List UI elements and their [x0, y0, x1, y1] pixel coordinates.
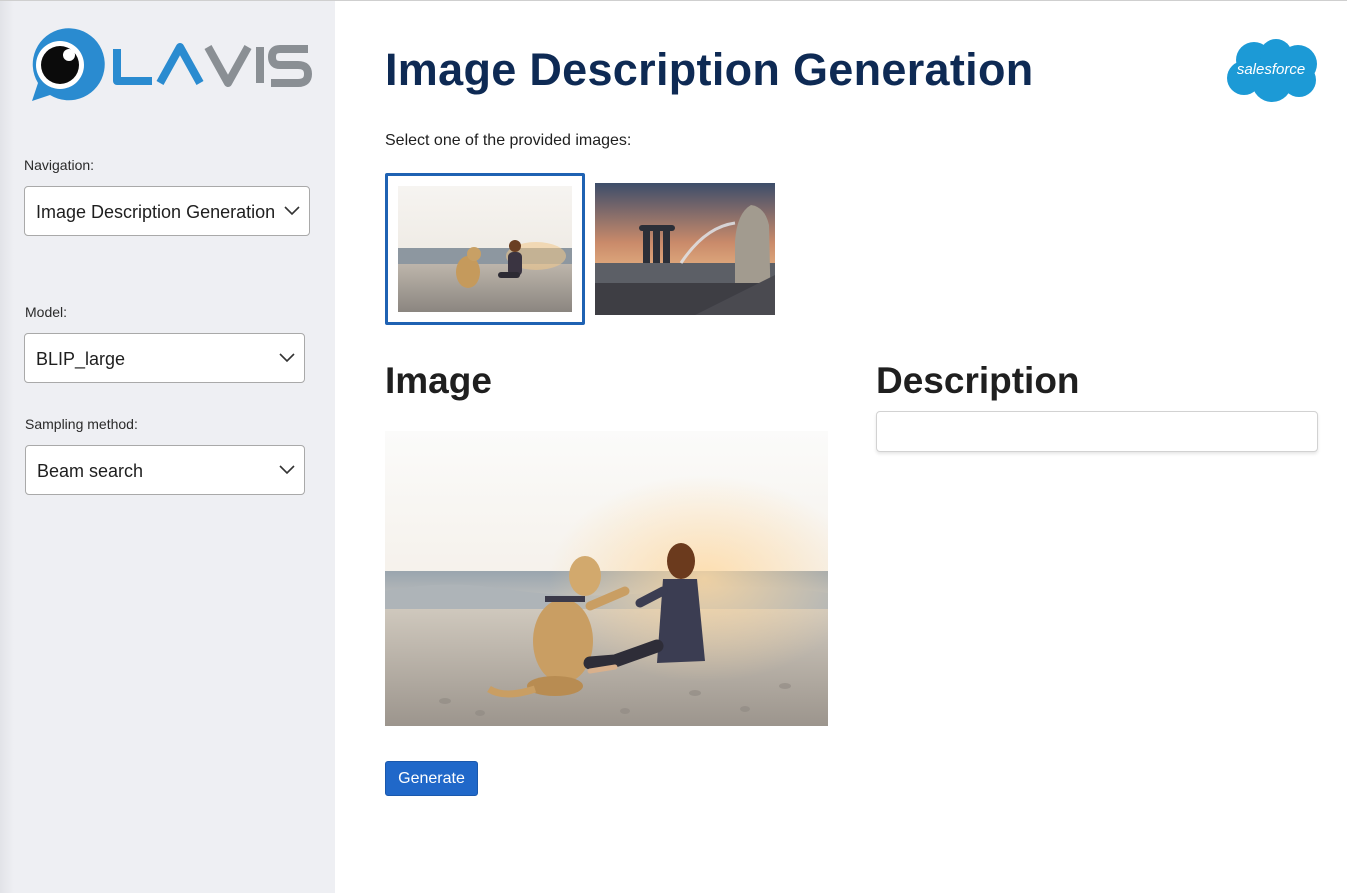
- navigation-select[interactable]: Image Description Generation: [24, 186, 310, 236]
- lavis-wordmark: [113, 43, 312, 87]
- model-select-value: BLIP_large: [36, 349, 126, 369]
- sampling-method-select-value: Beam search: [37, 461, 144, 481]
- selected-image-preview: [385, 431, 828, 726]
- salesforce-cloud-icon: salesforce: [1227, 39, 1317, 102]
- generate-button[interactable]: Generate: [385, 761, 478, 796]
- sidebar: Navigation: Image Description Generation…: [0, 1, 335, 893]
- model-select[interactable]: BLIP_large: [24, 333, 305, 383]
- thumbnail-singapore-merlion[interactable]: [595, 183, 775, 315]
- description-heading: Description: [876, 360, 1080, 401]
- lavis-logo: [32, 28, 312, 101]
- navigation-select-value: Image Description Generation: [36, 202, 276, 222]
- thumbnail-beach-dog[interactable]: [385, 173, 585, 325]
- page-title: Image Description Generation: [385, 44, 1034, 95]
- lavis-eye-icon: [32, 28, 105, 101]
- sampling-method-label: Sampling method:: [25, 416, 138, 432]
- description-output-field[interactable]: [876, 411, 1318, 452]
- beach-dog-thumbnail-image: [398, 186, 572, 312]
- chevron-down-icon: [279, 465, 295, 475]
- chevron-down-icon: [279, 353, 295, 363]
- sampling-method-select[interactable]: Beam search: [25, 445, 305, 495]
- image-heading: Image: [385, 360, 492, 401]
- svg-text:salesforce: salesforce: [1237, 61, 1305, 78]
- model-label: Model:: [25, 304, 68, 320]
- navigation-label: Navigation:: [24, 157, 95, 173]
- select-image-prompt: Select one of the provided images:: [385, 132, 632, 149]
- chevron-down-icon: [284, 206, 300, 216]
